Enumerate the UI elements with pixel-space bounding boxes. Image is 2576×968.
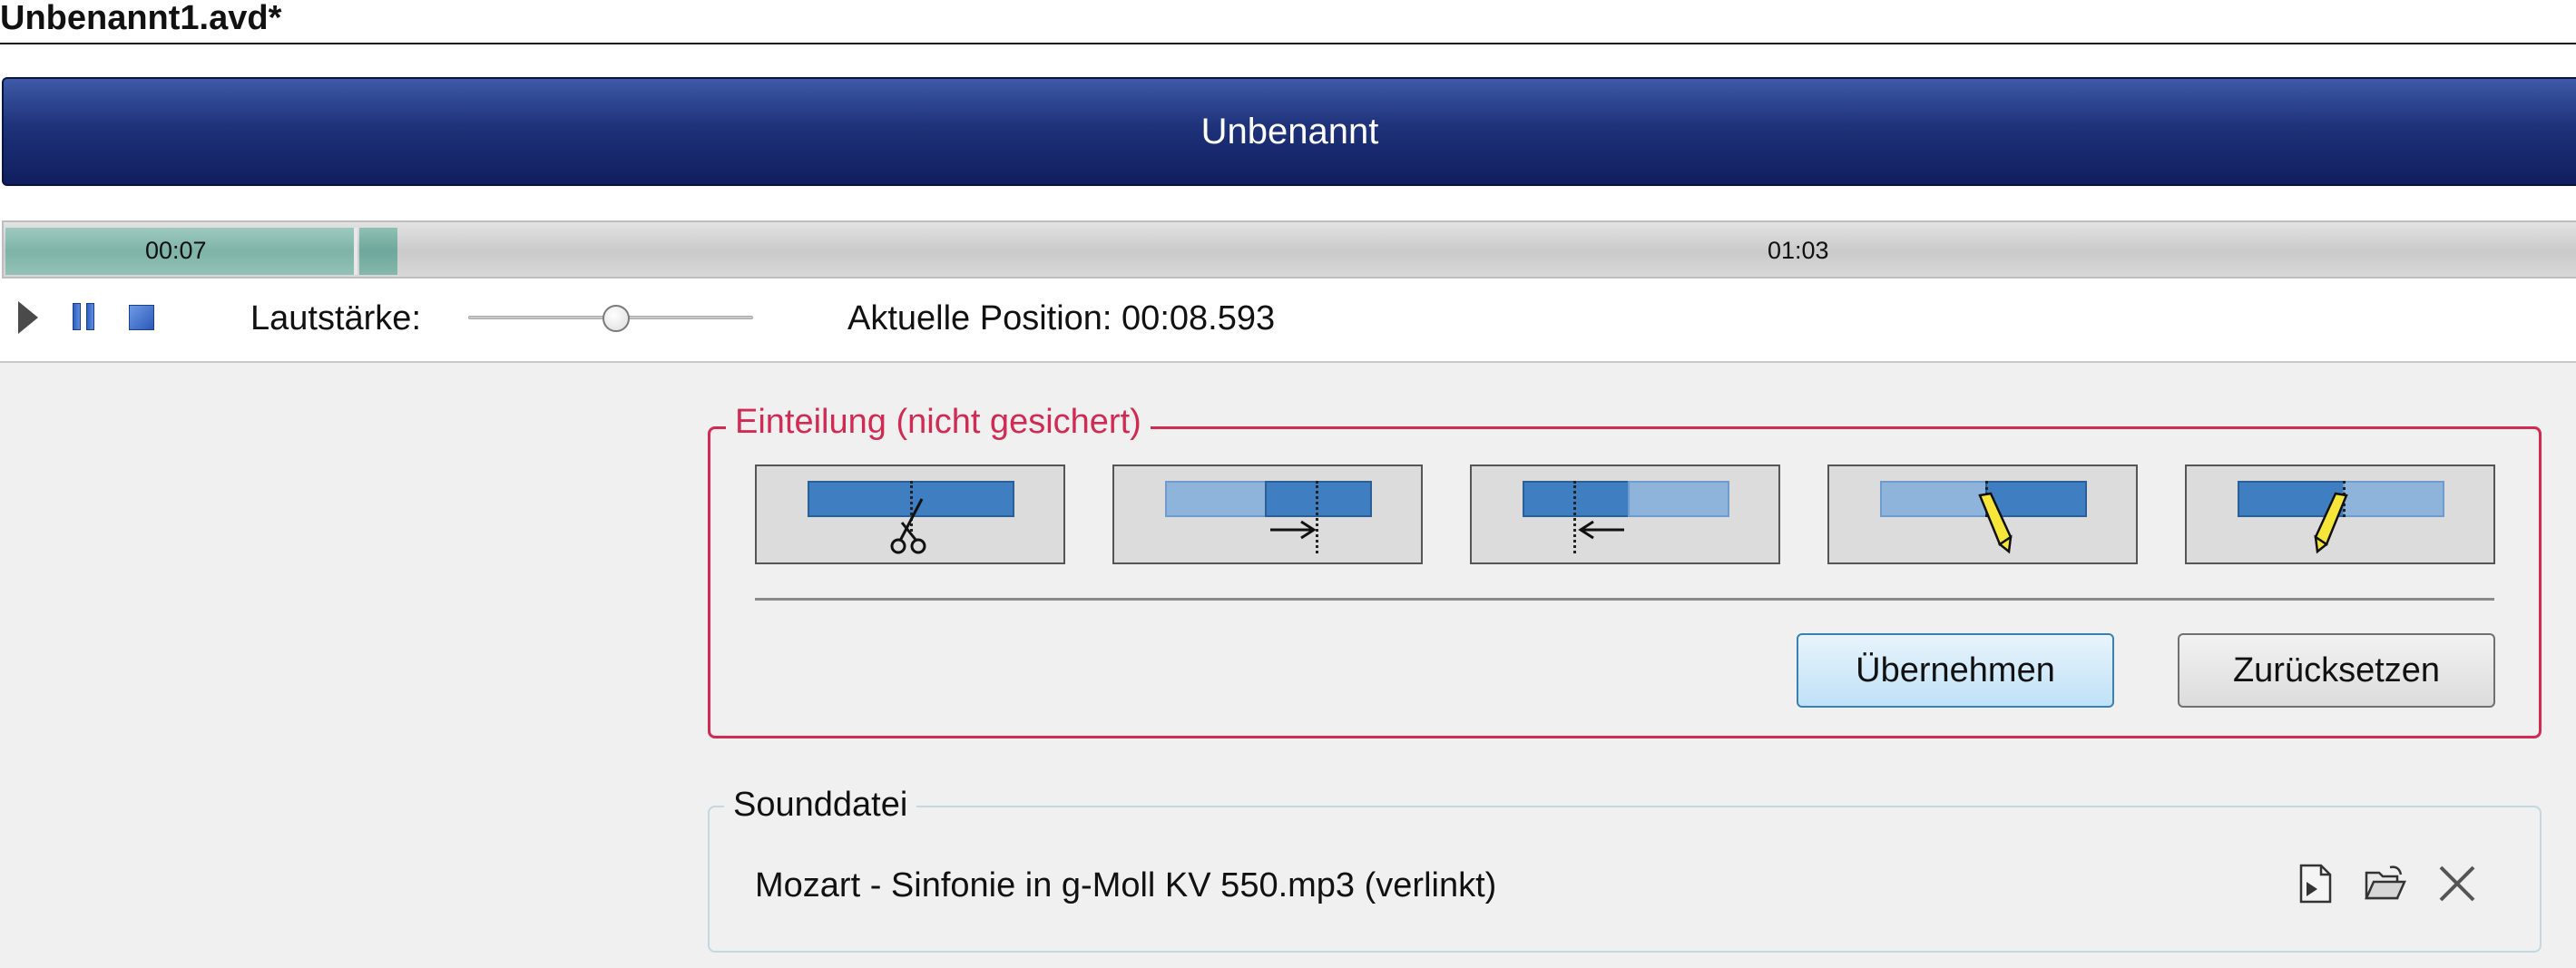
einteilung-legend: Einteilung (nicht gesichert) [726, 403, 1151, 442]
segment-bar-light [1628, 481, 1729, 517]
boundary-marker [1316, 481, 1318, 553]
volume-slider-thumb[interactable] [602, 305, 631, 332]
title-divider [0, 43, 2576, 44]
header-title: Unbenannt [1200, 111, 1379, 152]
edit-left-button[interactable] [2185, 464, 2495, 564]
arrow-right-icon [1270, 520, 1317, 540]
segment-bar [1523, 481, 1630, 517]
boundary-marker [1573, 481, 1576, 553]
segment-bar-light [2343, 481, 2444, 517]
segment-bar-light [1880, 481, 1987, 517]
sound-file-name: Mozart - Sinfonie in g-Moll KV 550.mp3 (… [755, 866, 1497, 904]
sound-legend: Sounddatei [724, 786, 917, 825]
scissors-icon [890, 498, 926, 554]
pause-button[interactable] [73, 303, 96, 330]
arrow-left-icon [1578, 520, 1624, 540]
segment-bar [1265, 481, 1372, 517]
move-boundary-left-button[interactable] [1470, 464, 1780, 564]
segment-bar-light [1165, 481, 1267, 517]
document-title: Unbenannt1.avd* [0, 0, 282, 37]
close-icon[interactable] [2435, 862, 2479, 905]
einteilung-separator [755, 598, 2494, 601]
split-button[interactable] [755, 464, 1065, 564]
reset-button[interactable]: Zurücksetzen [2178, 633, 2495, 708]
pause-icon [73, 303, 81, 330]
move-boundary-right-button[interactable] [1112, 464, 1423, 564]
pencil-icon [2314, 492, 2348, 554]
play-button[interactable] [18, 301, 38, 334]
segment-end-label: 01:03 [1768, 237, 1829, 264]
apply-button[interactable]: Übernehmen [1797, 633, 2114, 708]
segment-start-label: 00:07 [145, 237, 207, 264]
current-position: Aktuelle Position: 00:08.593 [847, 299, 1276, 337]
timeline[interactable]: 00:07 01:03 [2, 220, 2576, 279]
open-folder-icon[interactable] [2363, 862, 2406, 905]
timeline-segment-2[interactable] [359, 228, 397, 275]
edit-right-button[interactable] [1827, 464, 2138, 564]
stop-button[interactable] [129, 305, 154, 330]
header-banner: Unbenannt [2, 77, 2576, 186]
pencil-icon [1978, 492, 2013, 554]
volume-label: Lautstärke: [250, 299, 421, 337]
pause-icon-bar [86, 303, 94, 330]
new-file-icon[interactable] [2294, 862, 2337, 905]
